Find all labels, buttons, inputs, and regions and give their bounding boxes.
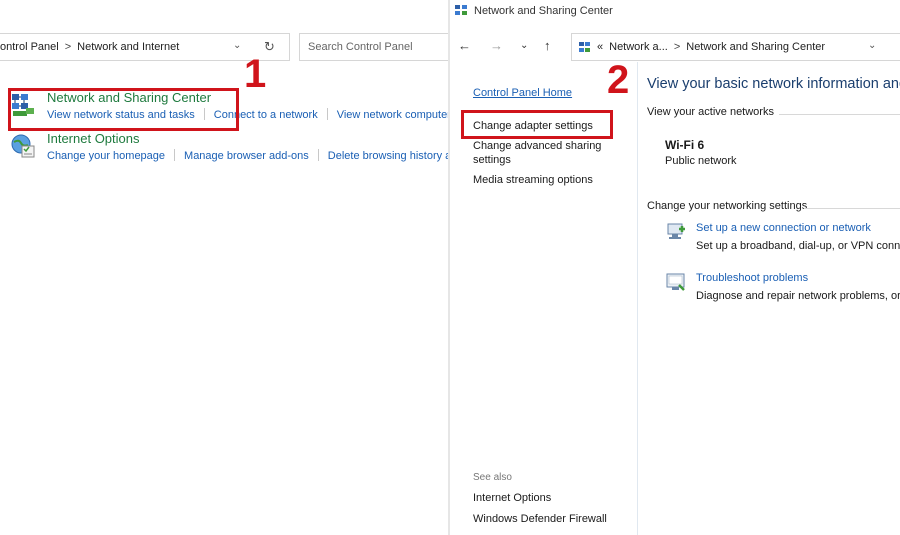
up-arrow-icon[interactable]: ↑ — [544, 38, 551, 53]
highlight-box-1 — [8, 88, 239, 131]
view-network-computers-link[interactable]: View network computers — [337, 109, 448, 121]
search-input[interactable]: Search Control Panel — [299, 33, 448, 61]
control-panel-home-link[interactable]: Control Panel Home — [473, 86, 572, 100]
breadcrumb-control-panel[interactable]: ontrol Panel — [0, 41, 59, 53]
chevron-down-icon[interactable]: ⌄ — [868, 40, 876, 51]
manage-addons-link[interactable]: Manage browser add-ons — [184, 150, 309, 162]
change-homepage-link[interactable]: Change your homepage — [47, 150, 165, 162]
breadcrumb-network[interactable]: Network a... — [609, 41, 668, 53]
network-sharing-icon — [455, 5, 467, 15]
title-bar: Network and Sharing Center — [450, 0, 900, 22]
navigation-bar: ← → ⌄ ↑ « Network a... > Network and Sha… — [450, 33, 900, 61]
recent-locations-icon[interactable]: ⌄ — [520, 40, 528, 51]
internet-options-title[interactable]: Internet Options — [47, 131, 140, 146]
network-sharing-window: Network and Sharing Center ← → ⌄ ↑ « Net… — [450, 0, 900, 535]
highlight-box-2 — [461, 110, 613, 139]
active-networks-label: View your active networks — [647, 106, 774, 118]
breadcrumb-network-sharing[interactable]: Network and Sharing Center — [686, 41, 825, 53]
change-advanced-sharing-link[interactable]: Change advanced sharing — [473, 139, 601, 153]
address-bar[interactable]: « Network a... > Network and Sharing Cen… — [571, 33, 900, 61]
link-divider — [174, 149, 176, 161]
setup-connection-link[interactable]: Set up a new connection or network — [696, 222, 871, 234]
callout-number-2: 2 — [607, 58, 630, 102]
setup-connection-icon — [667, 223, 685, 239]
media-streaming-link[interactable]: Media streaming options — [473, 173, 593, 187]
page-heading: View your basic network information and — [647, 76, 900, 92]
forward-arrow-icon[interactable]: → — [490, 38, 503, 53]
see-also-firewall-link[interactable]: Windows Defender Firewall — [473, 512, 607, 526]
see-also-internet-options-link[interactable]: Internet Options — [473, 491, 551, 505]
setup-connection-desc: Set up a broadband, dial-up, or VPN conn… — [696, 240, 900, 252]
search-placeholder: Search Control Panel — [308, 41, 413, 53]
troubleshoot-link[interactable]: Troubleshoot problems — [696, 272, 808, 284]
chevron-down-icon[interactable]: ⌄ — [233, 40, 241, 51]
section-rule — [779, 114, 900, 115]
internet-options-links: Change your homepage Manage browser add-o… — [47, 149, 448, 162]
delete-history-link[interactable]: Delete browsing history an — [328, 150, 448, 162]
link-divider — [317, 149, 319, 161]
window-title: Network and Sharing Center — [474, 5, 613, 17]
back-arrow-icon[interactable]: ← — [458, 38, 471, 53]
section-rule — [804, 208, 900, 209]
network-type: Public network — [665, 155, 737, 167]
link-divider — [326, 108, 328, 120]
change-advanced-sharing-link-line2[interactable]: settings — [473, 153, 511, 167]
breadcrumb-separator: > — [64, 41, 72, 53]
internet-options-icon — [11, 134, 35, 158]
troubleshoot-desc: Diagnose and repair network problems, or… — [696, 290, 900, 302]
main-content: View your basic network information and … — [639, 62, 900, 535]
network-name: Wi-Fi 6 — [665, 138, 705, 152]
callout-number-1: 1 — [244, 52, 267, 96]
network-sharing-icon — [579, 41, 590, 52]
breadcrumb-network-internet[interactable]: Network and Internet — [77, 41, 179, 53]
control-panel-window: ontrol Panel > Network and Internet ⌄ ↻ … — [0, 0, 448, 535]
breadcrumb-overflow[interactable]: « — [597, 41, 603, 53]
change-settings-label: Change your networking settings — [647, 200, 808, 212]
breadcrumb-separator: > — [673, 41, 681, 53]
troubleshoot-icon — [666, 273, 685, 291]
see-also-label: See also — [473, 472, 512, 483]
